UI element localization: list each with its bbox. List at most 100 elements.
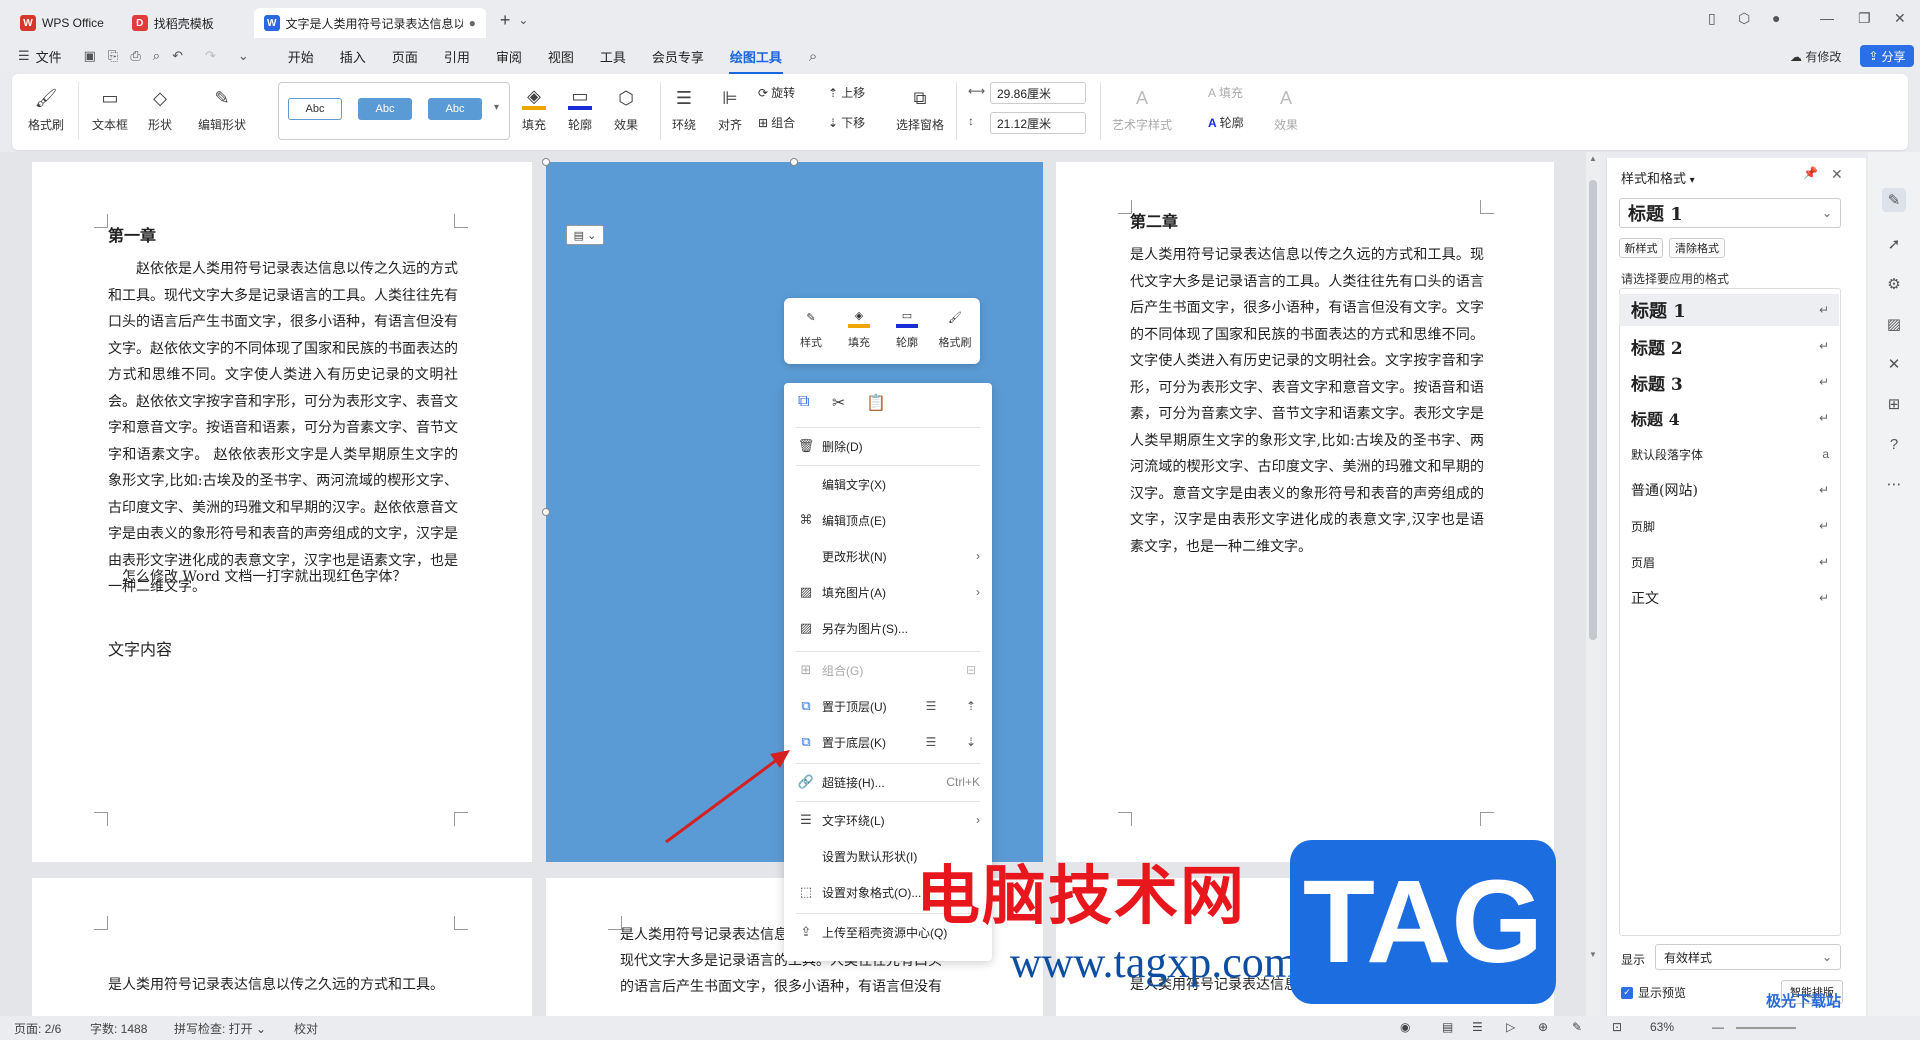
style-item-body[interactable]: 正文 ↵ xyxy=(1619,582,1839,614)
text-outline-button[interactable]: A 轮廓 xyxy=(1208,114,1244,131)
resize-handle[interactable] xyxy=(542,508,550,516)
zoom-out-icon[interactable]: — xyxy=(1712,1020,1724,1034)
style-preset-1[interactable]: Abc xyxy=(288,98,342,120)
gallery-expand-icon[interactable]: ▾ xyxy=(494,102,499,113)
style-item-header[interactable]: 页眉 ↵ xyxy=(1619,546,1839,578)
page-view-icon[interactable]: ▤ xyxy=(1442,1020,1453,1034)
new-style-button[interactable]: 新样式 xyxy=(1619,238,1663,258)
effect-button[interactable]: ⬡ 效果 xyxy=(614,86,638,133)
panel-title[interactable]: 样式和格式 ▾ xyxy=(1621,168,1695,187)
mini-format-painter-button[interactable]: 🖌 格式刷 xyxy=(932,306,978,350)
wrap-button[interactable]: ☰ 环绕 xyxy=(672,86,696,133)
save-icon[interactable]: ▣ xyxy=(84,48,96,64)
tab-wps-office[interactable]: W WPS Office xyxy=(10,8,114,38)
textbox-button[interactable]: ▭ 文本框 xyxy=(92,86,128,133)
style-preset-2[interactable]: Abc xyxy=(358,98,412,120)
tab-template[interactable]: D 找稻壳模板 xyxy=(122,8,224,38)
scroll-thumb[interactable] xyxy=(1589,180,1597,640)
tab-page[interactable]: 页面 xyxy=(379,47,431,66)
width-field[interactable]: 29.86厘米 xyxy=(990,82,1086,104)
close-panel-icon[interactable]: ✕ xyxy=(1831,166,1843,183)
menu-change-shape[interactable]: 更改形状(N) › xyxy=(784,541,992,571)
help-icon[interactable]: ? xyxy=(1882,432,1906,456)
pen-mode-icon[interactable]: ✎ xyxy=(1572,1020,1582,1034)
selection-pane-button[interactable]: ⧉ 选择窗格 xyxy=(896,86,944,133)
style-item-heading1[interactable]: 标题 1 ↵ xyxy=(1619,294,1839,326)
image-icon[interactable]: ▨ xyxy=(1882,312,1906,336)
art-style-button[interactable]: A 艺术字样式 xyxy=(1112,86,1172,133)
select-cursor-icon[interactable]: ➚ xyxy=(1882,232,1906,256)
menu-save-as-picture[interactable]: ▨ 另存为图片(S)... xyxy=(784,613,992,643)
hamburger-icon[interactable]: ☰ xyxy=(18,48,30,64)
show-preview-checkbox[interactable]: ✓ 显示预览 xyxy=(1621,984,1686,1001)
tab-list-chevron-icon[interactable]: ⌄ xyxy=(518,13,528,27)
word-count[interactable]: 字数: 1488 xyxy=(90,1020,147,1037)
menu-delete[interactable]: 🗑 删除(D) xyxy=(784,431,992,461)
rotate-button[interactable]: ⟳ 旋转 xyxy=(758,84,795,101)
fit-page-icon[interactable]: ⊡ xyxy=(1612,1020,1622,1034)
style-item-heading4[interactable]: 标题 4 ↵ xyxy=(1619,402,1839,434)
scroll-down-icon[interactable]: ▼ xyxy=(1589,950,1597,959)
text-fill-button[interactable]: A 填充 xyxy=(1208,84,1243,101)
book-icon[interactable]: ⊞ xyxy=(1882,392,1906,416)
style-item-normal-web[interactable]: 普通(网站) ↵ xyxy=(1619,474,1839,506)
current-style-select[interactable]: 标题 1 ⌄ xyxy=(1619,198,1841,228)
new-tab-icon[interactable]: + xyxy=(500,10,511,31)
eye-icon[interactable]: ◉ xyxy=(1400,1020,1410,1034)
menu-text-wrap[interactable]: ☰ 文字环绕(L) › xyxy=(784,805,992,835)
menu-send-to-bottom[interactable]: ⧉ 置于底层(K) ☰ ⇣ xyxy=(784,727,992,757)
restore-icon[interactable]: ❐ xyxy=(1858,10,1871,27)
layer-top-icon[interactable]: ⇡ xyxy=(962,698,980,714)
format-painter-button[interactable]: 🖌 格式刷 xyxy=(28,86,64,133)
file-menu[interactable]: 文件 xyxy=(36,47,62,66)
outline-button[interactable]: ▭ 轮廓 xyxy=(568,86,592,133)
align-button[interactable]: ⊫ 对齐 xyxy=(718,86,742,133)
resize-handle[interactable] xyxy=(790,158,798,166)
style-item-heading2[interactable]: 标题 2 ↵ xyxy=(1619,330,1839,362)
tab-view[interactable]: 视图 xyxy=(535,47,587,66)
outline-view-icon[interactable]: ☰ xyxy=(1472,1020,1483,1034)
menu-edit-points[interactable]: ⌘ 编辑顶点(E) xyxy=(784,505,992,535)
paste-icon[interactable]: 📋 xyxy=(866,393,886,413)
text-effect-button[interactable]: A 效果 xyxy=(1274,86,1298,133)
style-item-default-font[interactable]: 默认段落字体 a xyxy=(1619,438,1839,470)
tab-drawing-tools[interactable]: 绘图工具 xyxy=(717,47,795,74)
style-item-heading3[interactable]: 标题 3 ↵ xyxy=(1619,366,1839,398)
export-icon[interactable]: ⎘ xyxy=(108,48,118,64)
minimize-icon[interactable]: — xyxy=(1820,10,1834,26)
redo-icon[interactable]: ↷ xyxy=(205,48,216,64)
avatar[interactable]: ● xyxy=(1772,10,1780,26)
height-field[interactable]: 21.12厘米 xyxy=(990,112,1086,134)
menu-group[interactable]: ⊞ 组合(G) ⊟ xyxy=(784,655,992,685)
layer-below-text-icon[interactable]: ☰ xyxy=(922,734,940,750)
bring-forward-button[interactable]: ⇡ 上移 xyxy=(828,84,865,101)
share-button[interactable]: ⇪ 分享 xyxy=(1860,45,1914,67)
more-icon[interactable]: ⋯ xyxy=(1882,472,1906,496)
spell-check-status[interactable]: 拼写检查: 打开 ⌄ xyxy=(174,1020,266,1037)
mini-outline-button[interactable]: ▭ 轮廓 xyxy=(884,306,930,350)
zoom-slider[interactable] xyxy=(1736,1027,1796,1029)
mini-style-button[interactable]: ✎ 样式 xyxy=(788,306,834,350)
menu-edit-text[interactable]: 编辑文字(X) xyxy=(784,469,992,499)
tab-tools[interactable]: 工具 xyxy=(587,47,639,66)
clear-format-button[interactable]: 清除格式 xyxy=(1669,238,1725,258)
changes-button[interactable]: ☁ 有修改 xyxy=(1790,48,1841,65)
layout-options-button[interactable]: ▤ ⌄ xyxy=(566,225,604,245)
tools-icon[interactable]: ✕ xyxy=(1882,352,1906,376)
copy-icon[interactable]: ⧉ xyxy=(798,393,809,411)
mini-fill-button[interactable]: ◈ 填充 xyxy=(836,306,882,350)
menu-fill-picture[interactable]: ▨ 填充图片(A) › xyxy=(784,577,992,607)
layer-above-text-icon[interactable]: ☰ xyxy=(922,698,940,714)
tab-insert[interactable]: 插入 xyxy=(327,47,379,66)
resize-handle[interactable] xyxy=(542,158,550,166)
style-pen-icon[interactable]: ✎ xyxy=(1882,188,1906,212)
send-backward-button[interactable]: ⇣ 下移 xyxy=(828,114,865,131)
tab-member[interactable]: 会员专享 xyxy=(639,47,717,66)
print-icon[interactable]: ⎙ xyxy=(130,48,140,64)
style-preset-3[interactable]: Abc xyxy=(428,98,482,120)
ungroup-icon[interactable]: ⊟ xyxy=(962,662,980,678)
style-item-footer[interactable]: 页脚 ↵ xyxy=(1619,510,1839,542)
menu-hyperlink[interactable]: 🔗 超链接(H)... Ctrl+K xyxy=(784,767,992,797)
scroll-up-icon[interactable]: ▲ xyxy=(1589,154,1597,163)
shape-button[interactable]: ◇ 形状 xyxy=(148,86,172,133)
